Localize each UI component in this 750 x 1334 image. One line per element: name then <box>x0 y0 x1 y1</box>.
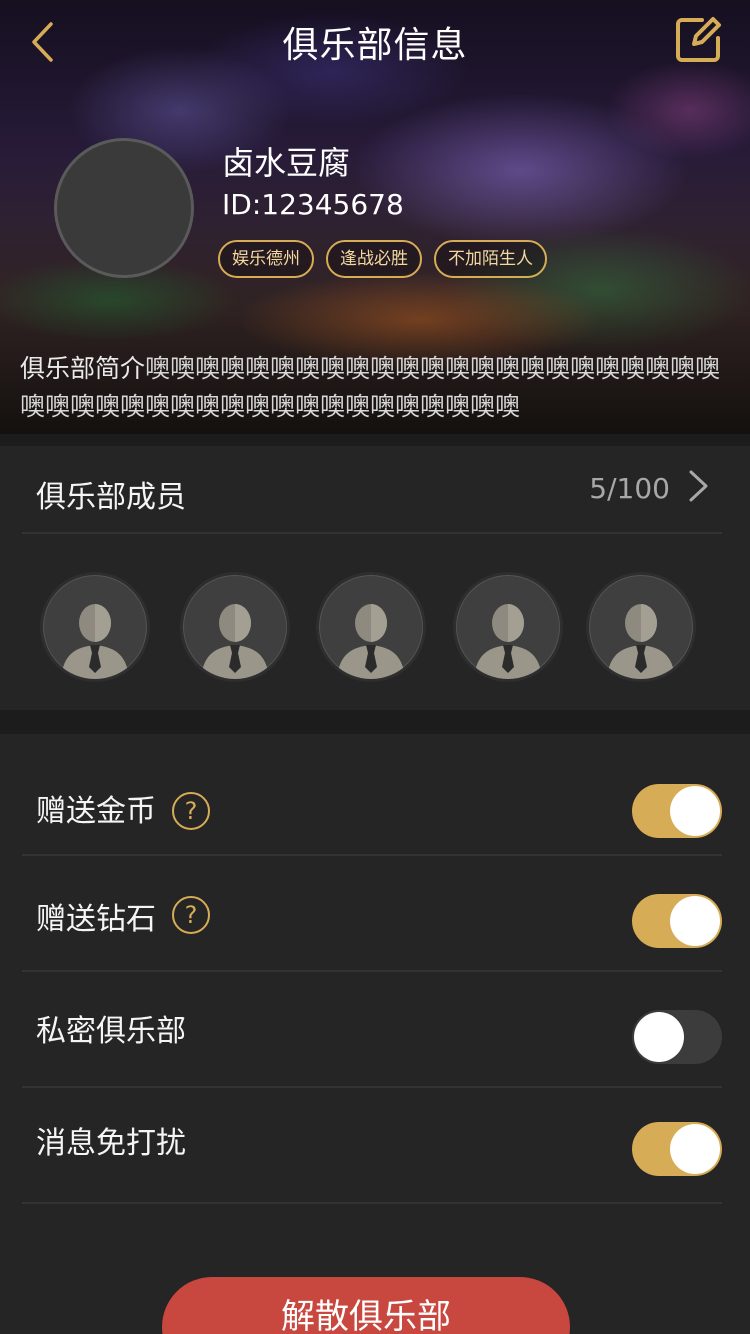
setting-row-do-not-disturb: 消息免打扰 <box>22 1088 722 1204</box>
setting-label: 赠送钻石 <box>36 902 156 937</box>
club-info-page: 俱乐部信息 卤水豆腐 ID:12345678 娱乐德州 逢战必胜 不加陌生人 俱… <box>0 0 750 1334</box>
person-silhouette-icon <box>607 604 675 679</box>
club-tags: 娱乐德州 逢战必胜 不加陌生人 <box>218 240 547 278</box>
member-avatar[interactable] <box>586 572 696 682</box>
member-avatar[interactable] <box>316 572 426 682</box>
person-silhouette-icon <box>474 604 542 679</box>
toggle-knob <box>670 896 720 946</box>
edit-icon <box>676 17 721 62</box>
club-header: 俱乐部信息 卤水豆腐 ID:12345678 娱乐德州 逢战必胜 不加陌生人 俱… <box>0 0 750 434</box>
club-tag: 娱乐德州 <box>218 240 314 278</box>
page-title: 俱乐部信息 <box>282 25 468 66</box>
club-tag: 逢战必胜 <box>326 240 422 278</box>
member-avatar[interactable] <box>180 572 290 682</box>
toggle-knob <box>634 1012 684 1062</box>
toggle-knob <box>670 786 720 836</box>
edit-button[interactable] <box>672 14 724 66</box>
toggle-gift-diamonds[interactable] <box>632 894 722 948</box>
person-silhouette-icon <box>337 604 405 679</box>
club-tag: 不加陌生人 <box>434 240 547 278</box>
setting-row-gift-coins: 赠送金币 ? <box>22 740 722 856</box>
toggle-gift-coins[interactable] <box>632 784 722 838</box>
setting-row-private-club: 私密俱乐部 <box>22 972 722 1088</box>
setting-row-gift-diamonds: 赠送钻石 ? <box>22 856 722 972</box>
help-icon[interactable]: ? <box>172 896 210 934</box>
help-icon[interactable]: ? <box>172 792 210 830</box>
person-silhouette-icon <box>201 604 269 679</box>
settings-card: 赠送金币 ? 赠送钻石 ? 私密俱乐部 消息免打扰 <box>0 734 750 1334</box>
member-avatar[interactable] <box>40 572 150 682</box>
club-intro: 俱乐部简介噢噢噢噢噢噢噢噢噢噢噢噢噢噢噢噢噢噢噢噢噢噢噢噢噢噢噢噢噢噢噢噢噢噢噢… <box>20 350 730 426</box>
person-silhouette-icon <box>61 604 129 679</box>
dissolve-club-button[interactable]: 解散俱乐部 <box>162 1277 570 1334</box>
toggle-do-not-disturb[interactable] <box>632 1122 722 1176</box>
toggle-knob <box>670 1124 720 1174</box>
members-title: 俱乐部成员 <box>36 480 186 515</box>
setting-label: 赠送金币 <box>36 794 156 829</box>
club-name: 卤水豆腐 <box>222 144 351 182</box>
setting-label: 消息免打扰 <box>36 1126 186 1161</box>
setting-label: 私密俱乐部 <box>36 1014 186 1049</box>
club-avatar[interactable] <box>54 138 194 278</box>
chevron-right-icon <box>689 470 708 502</box>
members-card: 俱乐部成员 5/100 <box>0 446 750 710</box>
member-avatar[interactable] <box>453 572 563 682</box>
members-row[interactable]: 俱乐部成员 5/100 <box>22 446 722 534</box>
club-intro-label: 俱乐部简介 <box>20 354 146 383</box>
members-count: 5/100 <box>589 472 670 505</box>
club-id: ID:12345678 <box>222 188 404 221</box>
toggle-private-club[interactable] <box>632 1010 722 1064</box>
